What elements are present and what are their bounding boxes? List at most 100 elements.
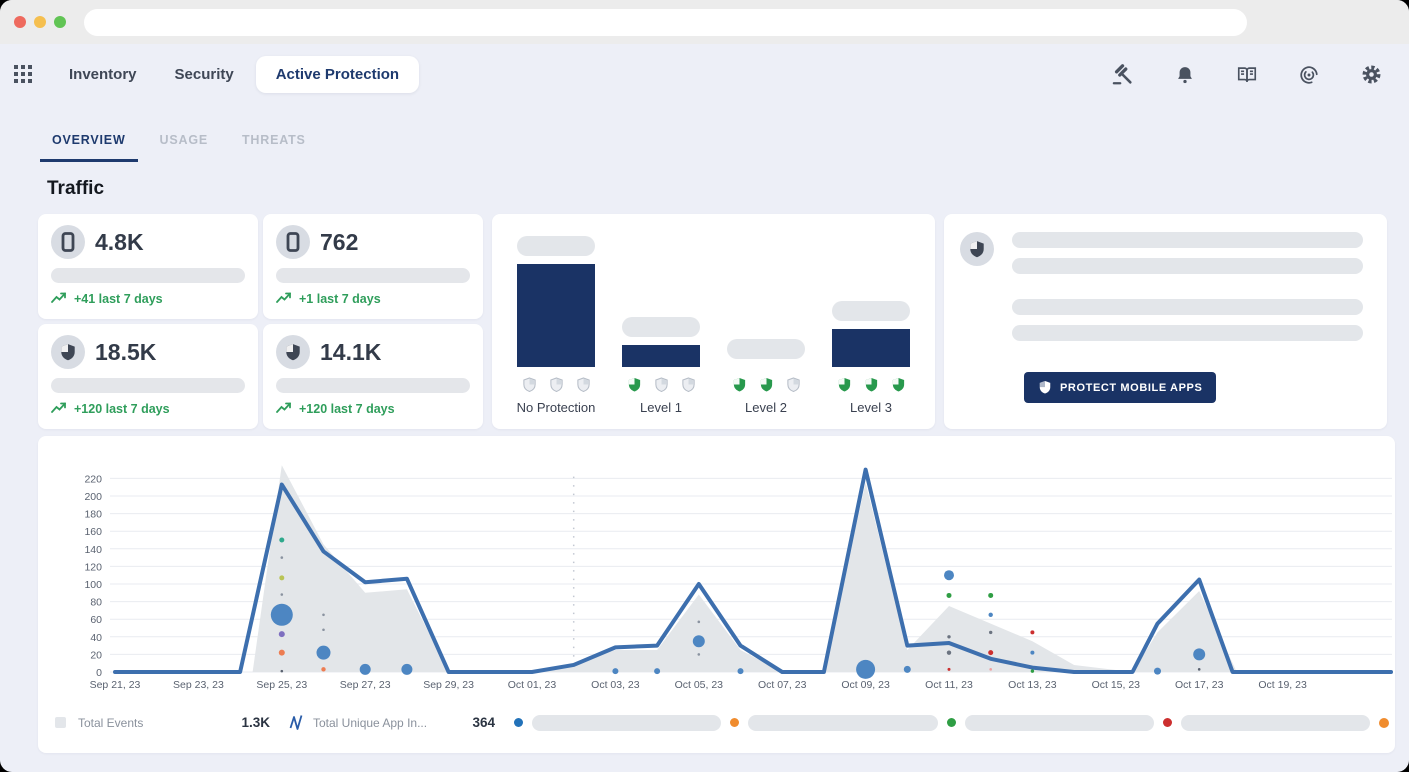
legend-label: Total Events [78,716,143,730]
scatter-point [279,631,285,637]
x-tick-label: Sep 25, 23 [256,679,307,691]
legend-skeleton-item [947,715,1154,731]
legend-skeleton-item [1163,715,1370,731]
scatter-point [947,650,951,654]
bell-icon[interactable] [1173,63,1197,87]
button-label: PROTECT MOBILE APPS [1060,382,1202,394]
address-bar[interactable] [84,9,1247,36]
x-tick-label: Oct 03, 23 [591,679,640,691]
scatter-point [360,664,371,675]
gear-icon[interactable] [1359,63,1383,87]
level-label: No Protection [517,400,596,415]
scatter-point [988,650,993,655]
scatter-point [281,670,284,673]
minimize-window-button[interactable] [34,16,46,28]
stat-card-apps-total: 4.8K +41 last 7 days [38,214,258,319]
scatter-point [281,593,284,596]
close-window-button[interactable] [14,16,26,28]
y-tick-label: 20 [90,649,102,661]
scatter-point [698,653,701,656]
skeleton-line [1012,258,1363,274]
protection-level-group: Level 1 [611,214,711,429]
level-bar [832,329,910,367]
skeleton-bar [51,268,245,283]
trend-up-icon [276,291,292,307]
gavel-icon[interactable] [1111,63,1135,87]
scatter-point [321,667,325,671]
shield-green-icon [732,377,747,393]
level-bar [622,345,700,367]
legend-item-unique-installs[interactable]: Total Unique App In... 364 [289,714,505,731]
scatter-point [1030,651,1034,655]
radar-icon[interactable] [1297,63,1321,87]
skeleton-line [1012,325,1363,341]
trend-label: +1 last 7 days [299,292,381,306]
shield-gray-icon [786,377,801,393]
scatter-point [279,538,284,543]
trend-up-icon [51,401,67,417]
shield-green-icon [759,377,774,393]
scatter-point [856,660,875,679]
shield-icon [51,335,85,369]
stat-card-protected-active: 14.1K +120 last 7 days [263,324,483,429]
tab-overview[interactable]: OVERVIEW [40,125,138,162]
shield-rating [732,376,801,393]
x-tick-label: Oct 19, 23 [1258,679,1307,691]
scatter-point [1198,668,1201,671]
protection-levels-card: No ProtectionLevel 1Level 2Level 3 [492,214,935,429]
shield-gray-icon [681,377,696,393]
y-tick-label: 160 [84,526,102,538]
scatter-point [989,668,992,671]
apps-grid-icon[interactable] [14,65,33,84]
trend-label: +41 last 7 days [74,292,163,306]
shield-green-icon [837,377,852,393]
shield-rating [522,376,591,393]
nav-item-active-protection[interactable]: Active Protection [256,56,419,93]
legend-item-total-events[interactable]: Total Events 1.3K [55,715,280,730]
legend-dot [514,718,523,727]
protect-mobile-apps-button[interactable]: PROTECT MOBILE APPS [1024,372,1216,403]
y-tick-label: 0 [96,667,102,679]
shield-rating [837,376,906,393]
stat-card-protected-total: 18.5K +120 last 7 days [38,324,258,429]
shield-icon [960,232,994,266]
scatter-point [322,614,325,617]
scatter-point [738,668,744,674]
tab-usage[interactable]: USAGE [148,125,220,162]
nav-item-security[interactable]: Security [175,66,234,83]
x-tick-label: Sep 27, 23 [340,679,391,691]
trend-up-icon [51,291,67,307]
nav-item-inventory[interactable]: Inventory [69,66,137,83]
skeleton-pill [1181,715,1370,731]
book-icon[interactable] [1235,63,1259,87]
scatter-point [1154,668,1161,675]
mobile-icon [276,225,310,259]
x-tick-label: Sep 21, 23 [90,679,141,691]
x-tick-label: Oct 15, 23 [1092,679,1141,691]
protect-apps-card: PROTECT MOBILE APPS [944,214,1387,429]
shield-green-icon [864,377,879,393]
scatter-point [989,613,993,617]
line-chart-icon [289,714,304,731]
y-tick-label: 100 [84,579,102,591]
zoom-window-button[interactable] [54,16,66,28]
scatter-point [1030,630,1034,634]
stat-card-apps-active: 762 +1 last 7 days [263,214,483,319]
gray-square-swatch [55,717,66,728]
skeleton-bar [276,268,470,283]
tab-threats[interactable]: THREATS [230,125,318,162]
legend-dot [1163,718,1172,727]
scatter-point [1031,669,1034,672]
legend-skeleton-item [730,715,937,731]
stat-value: 762 [320,229,358,256]
shield-green-icon [627,377,642,393]
y-tick-label: 80 [90,597,102,609]
scatter-point [988,593,993,598]
browser-chrome [0,0,1409,44]
chart-legend: Total Events 1.3K Total Unique App In...… [55,714,1381,731]
y-tick-label: 220 [84,473,102,485]
shield-gray-icon [522,377,537,393]
y-tick-label: 60 [90,614,102,626]
scatter-point [281,556,284,559]
x-tick-label: Oct 13, 23 [1008,679,1057,691]
